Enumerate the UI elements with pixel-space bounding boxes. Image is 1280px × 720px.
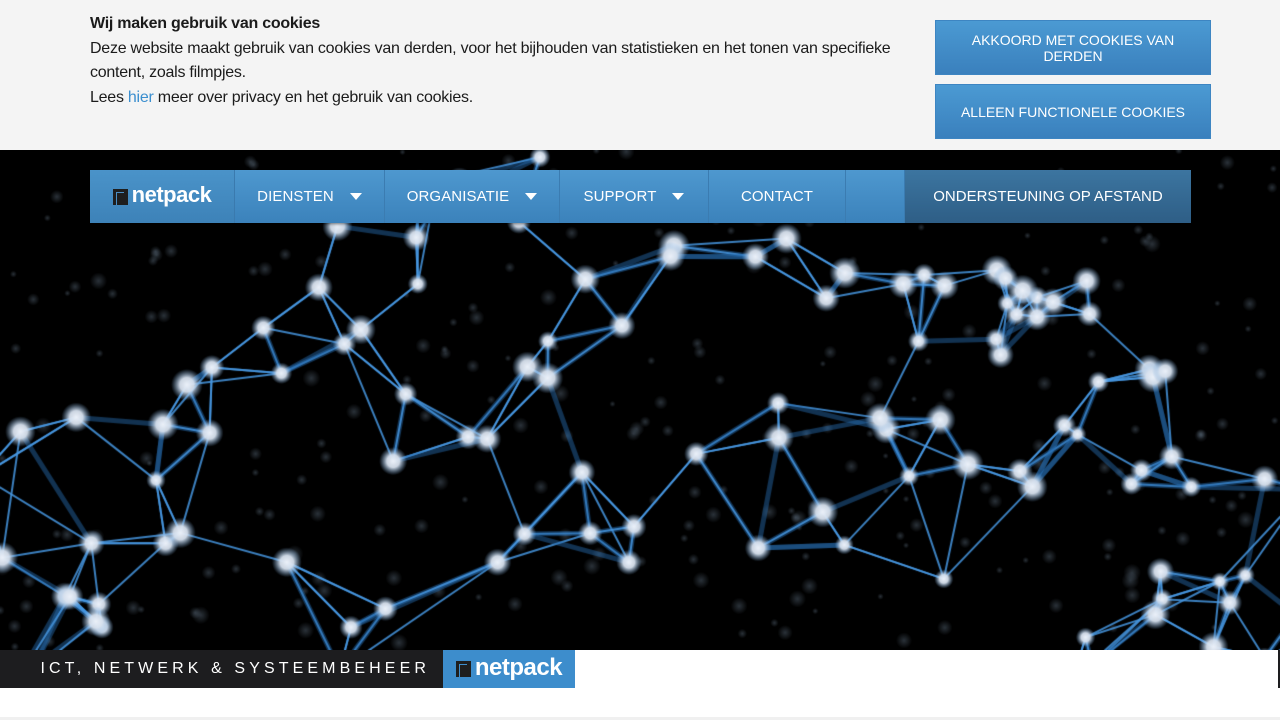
home-logo-link[interactable]: netpack (90, 170, 235, 223)
privacy-link[interactable]: hier (128, 89, 154, 106)
netpack-logo: netpack (455, 653, 563, 681)
accept-third-party-cookies-button[interactable]: AKKOORD MET COOKIES VAN DERDEN (935, 20, 1211, 75)
nav-label: DIENSTEN (257, 188, 334, 205)
logo-text: netpack (474, 653, 563, 681)
nav-label: SUPPORT (583, 188, 657, 205)
nav-item-remote-support[interactable]: ONDERSTEUNING OP AFSTAND (905, 170, 1191, 223)
chevron-down-icon (349, 193, 362, 200)
nav-item-diensten[interactable]: DIENSTEN (235, 170, 385, 223)
logo-text: netpack (131, 182, 212, 207)
netpack-logo-mark-icon (112, 188, 128, 205)
nav-label: CONTACT (740, 188, 814, 205)
read-prefix: Lees (90, 88, 128, 106)
nav-item-contact[interactable]: CONTACT (709, 170, 846, 223)
hero-banner (0, 150, 1280, 650)
cookie-title: Wij maken gebruik van cookies (90, 15, 321, 32)
nav-item-support[interactable]: SUPPORT (560, 170, 709, 223)
cookie-message: Wij maken gebruik van cookies Deze websi… (90, 12, 910, 110)
nav-item-organisatie[interactable]: ORGANISATIE (385, 170, 560, 223)
tagline: ICT, NETWERK & SYSTEEMBEHEER (0, 650, 443, 688)
chevron-down-icon (525, 193, 538, 200)
chevron-down-icon (672, 193, 685, 200)
functional-cookies-only-button[interactable]: ALLEEN FUNCTIONELE COOKIES (935, 84, 1211, 139)
tagline-logo: netpack (443, 650, 575, 688)
netpack-logo-mark-icon (455, 661, 471, 677)
cookie-read-more: Lees hier meer over privacy en het gebru… (90, 86, 910, 111)
cookie-body: Deze website maakt gebruik van cookies v… (90, 39, 891, 82)
read-suffix: meer over privacy en het gebruik van coo… (153, 88, 473, 106)
network-globe-image (0, 150, 1280, 650)
nav-spacer (846, 170, 905, 223)
cookie-banner: Wij maken gebruik van cookies Deze websi… (0, 0, 1280, 150)
netpack-logo: netpack (112, 182, 212, 207)
nav-label: ORGANISATIE (406, 188, 510, 205)
main-navigation: netpack DIENSTEN ORGANISATIE SUPPORT CON… (90, 170, 1191, 223)
